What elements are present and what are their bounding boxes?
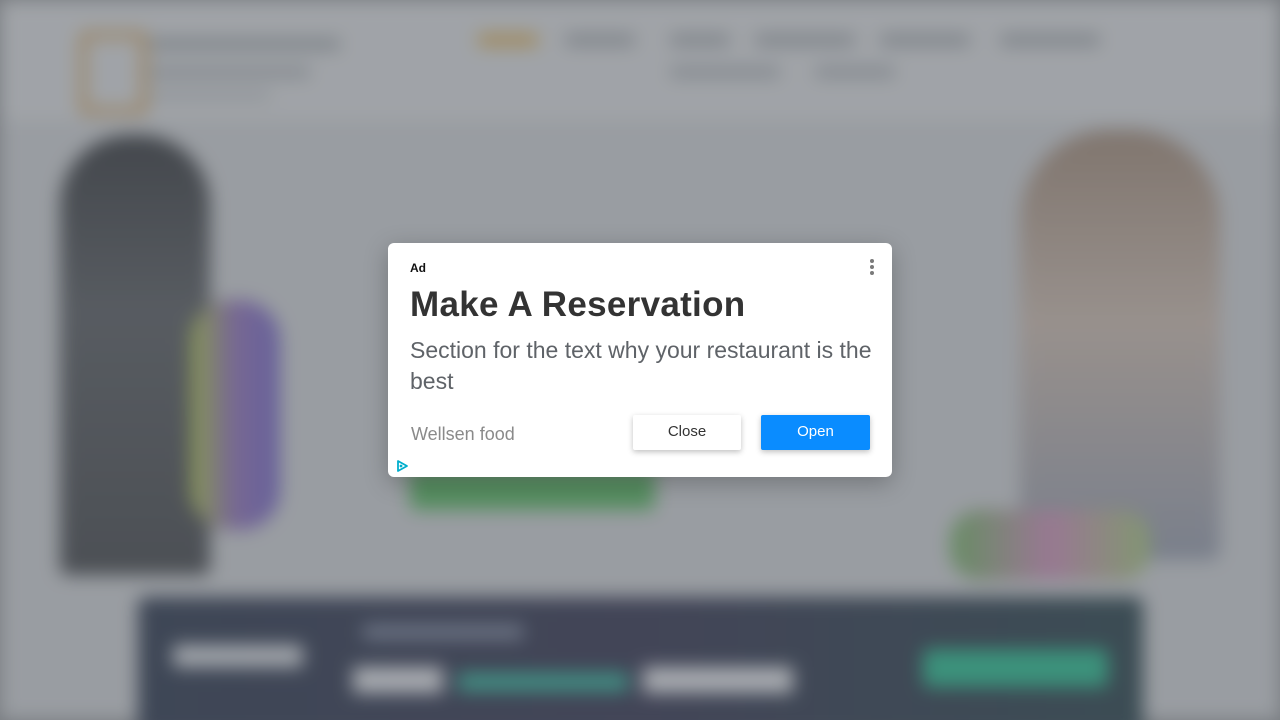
close-button[interactable]: Close	[633, 415, 741, 450]
open-button[interactable]: Open	[761, 415, 870, 450]
ad-label: Ad	[410, 261, 426, 275]
stage: Ad Make A Reservation Section for the te…	[0, 0, 1280, 720]
ad-headline: Make A Reservation	[410, 285, 746, 324]
more-vert-icon[interactable]	[862, 257, 882, 277]
ad-body-text: Section for the text why your restaurant…	[410, 337, 872, 394]
ad-dialog: Ad Make A Reservation Section for the te…	[388, 243, 892, 477]
ad-advertiser-name: Wellsen food	[411, 424, 515, 444]
adchoices-icon[interactable]	[395, 459, 409, 473]
